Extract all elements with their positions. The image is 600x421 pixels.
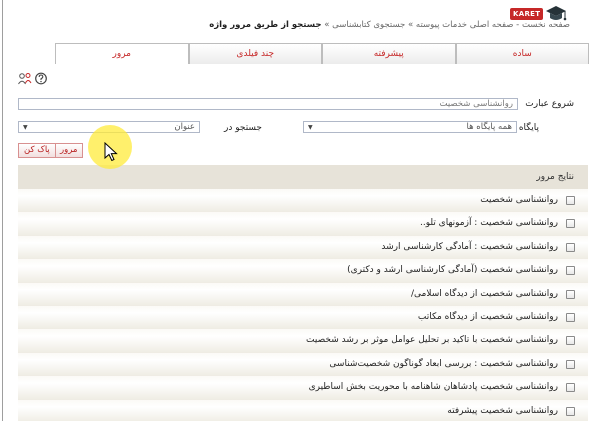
result-title[interactable]: روانشناسی شخصیت	[480, 195, 558, 205]
breadcrumb-current: جستجو از طریق مرور واژه	[209, 20, 322, 30]
result-row: روانشناسی شخصیت پادشاهان شاهنامه با محور…	[18, 376, 588, 400]
result-row: روانشناسی شخصیت : آزمونهای تلو..	[18, 212, 588, 236]
database-label: پایگاه	[518, 123, 539, 133]
chevron-down-icon: ▼	[308, 124, 313, 131]
people-icon[interactable]	[18, 72, 32, 85]
search-in-label: جستجو در	[224, 123, 262, 133]
result-title[interactable]: روانشناسی شخصیت (آمادگی کارشناسی ارشد و …	[347, 265, 558, 275]
result-row: روانشناسی شخصیت با تاکید بر تحلیل عوامل …	[18, 329, 588, 353]
clear-button[interactable]: پاک کن	[18, 143, 56, 158]
result-title[interactable]: روانشناسی شخصیت : آزمونهای تلو..	[420, 218, 558, 228]
search-in-select-value: عنوان	[174, 122, 195, 132]
result-title[interactable]: روانشناسی شخصیت از دیدگاه مکاتب	[418, 312, 558, 322]
result-checkbox[interactable]	[566, 196, 575, 205]
help-icons	[18, 72, 48, 85]
result-title[interactable]: روانشناسی شخصیت : آمادگی کارشناسی ارشد	[381, 242, 558, 252]
result-row: روانشناسی شخصیت (آمادگی کارشناسی ارشد و …	[18, 259, 588, 283]
result-checkbox[interactable]	[566, 219, 575, 229]
results-table: نتایج مرور روانشناسی شخصیت روانشناسی شخص…	[18, 165, 588, 421]
site-logo[interactable]: KARET	[510, 2, 594, 26]
database-select[interactable]: همه پایگاه ها ▼	[303, 121, 517, 133]
result-title[interactable]: روانشناسی شخصیت پادشاهان شاهنامه با محور…	[309, 382, 558, 392]
result-checkbox[interactable]	[566, 406, 575, 416]
result-title[interactable]: روانشناسی شخصیت : بررسی ابعاد گوناگون شخ…	[329, 359, 558, 369]
result-checkbox[interactable]	[566, 383, 575, 393]
left-border-rule	[2, 0, 3, 421]
result-title[interactable]: روانشناسی شخصیت با تاکید بر تحلیل عوامل …	[306, 335, 558, 345]
result-checkbox[interactable]	[566, 336, 575, 346]
graduation-cap-icon	[546, 6, 567, 21]
tab-multi-field[interactable]: چند فیلدی	[188, 43, 322, 64]
chevron-down-icon: ▼	[23, 124, 28, 131]
result-row: روانشناسی شخصیت : بررسی ابعاد گوناگون شخ…	[18, 352, 588, 377]
mouse-cursor-icon	[104, 142, 118, 162]
results-header: نتایج مرور	[18, 165, 588, 189]
start-phrase-label: شروع عبارت	[525, 99, 574, 109]
tab-advanced[interactable]: پیشرفته	[322, 43, 456, 64]
result-row: روانشناسی شخصیت پیشرفته	[18, 399, 588, 421]
result-row: روانشناسی شخصیت	[18, 189, 588, 213]
logo-text: KARET	[510, 8, 544, 20]
tab-simple[interactable]: ساده	[455, 43, 589, 64]
result-row: روانشناسی شخصیت از دیدگاه مکاتب	[18, 305, 588, 330]
tab-browse[interactable]: مرور	[55, 43, 189, 64]
search-input[interactable]	[18, 98, 518, 110]
result-checkbox[interactable]	[566, 289, 575, 299]
help-icon[interactable]	[34, 72, 48, 85]
result-row: روانشناسی شخصیت : آمادگی کارشناسی ارشد	[18, 235, 588, 260]
database-select-value: همه پایگاه ها	[466, 122, 513, 132]
result-title[interactable]: روانشناسی شخصیت پیشرفته	[447, 406, 558, 416]
search-tabs: ساده پیشرفته چند فیلدی مرور	[55, 43, 589, 64]
result-row: روانشناسی شخصیت از دیدگاه اسلامی/	[18, 282, 588, 306]
result-checkbox[interactable]	[566, 266, 575, 276]
result-checkbox[interactable]	[566, 242, 575, 252]
result-checkbox[interactable]	[566, 312, 575, 322]
result-title[interactable]: روانشناسی شخصیت از دیدگاه اسلامی/	[411, 289, 558, 299]
result-checkbox[interactable]	[566, 359, 575, 369]
browse-button[interactable]: مرور	[54, 143, 84, 158]
